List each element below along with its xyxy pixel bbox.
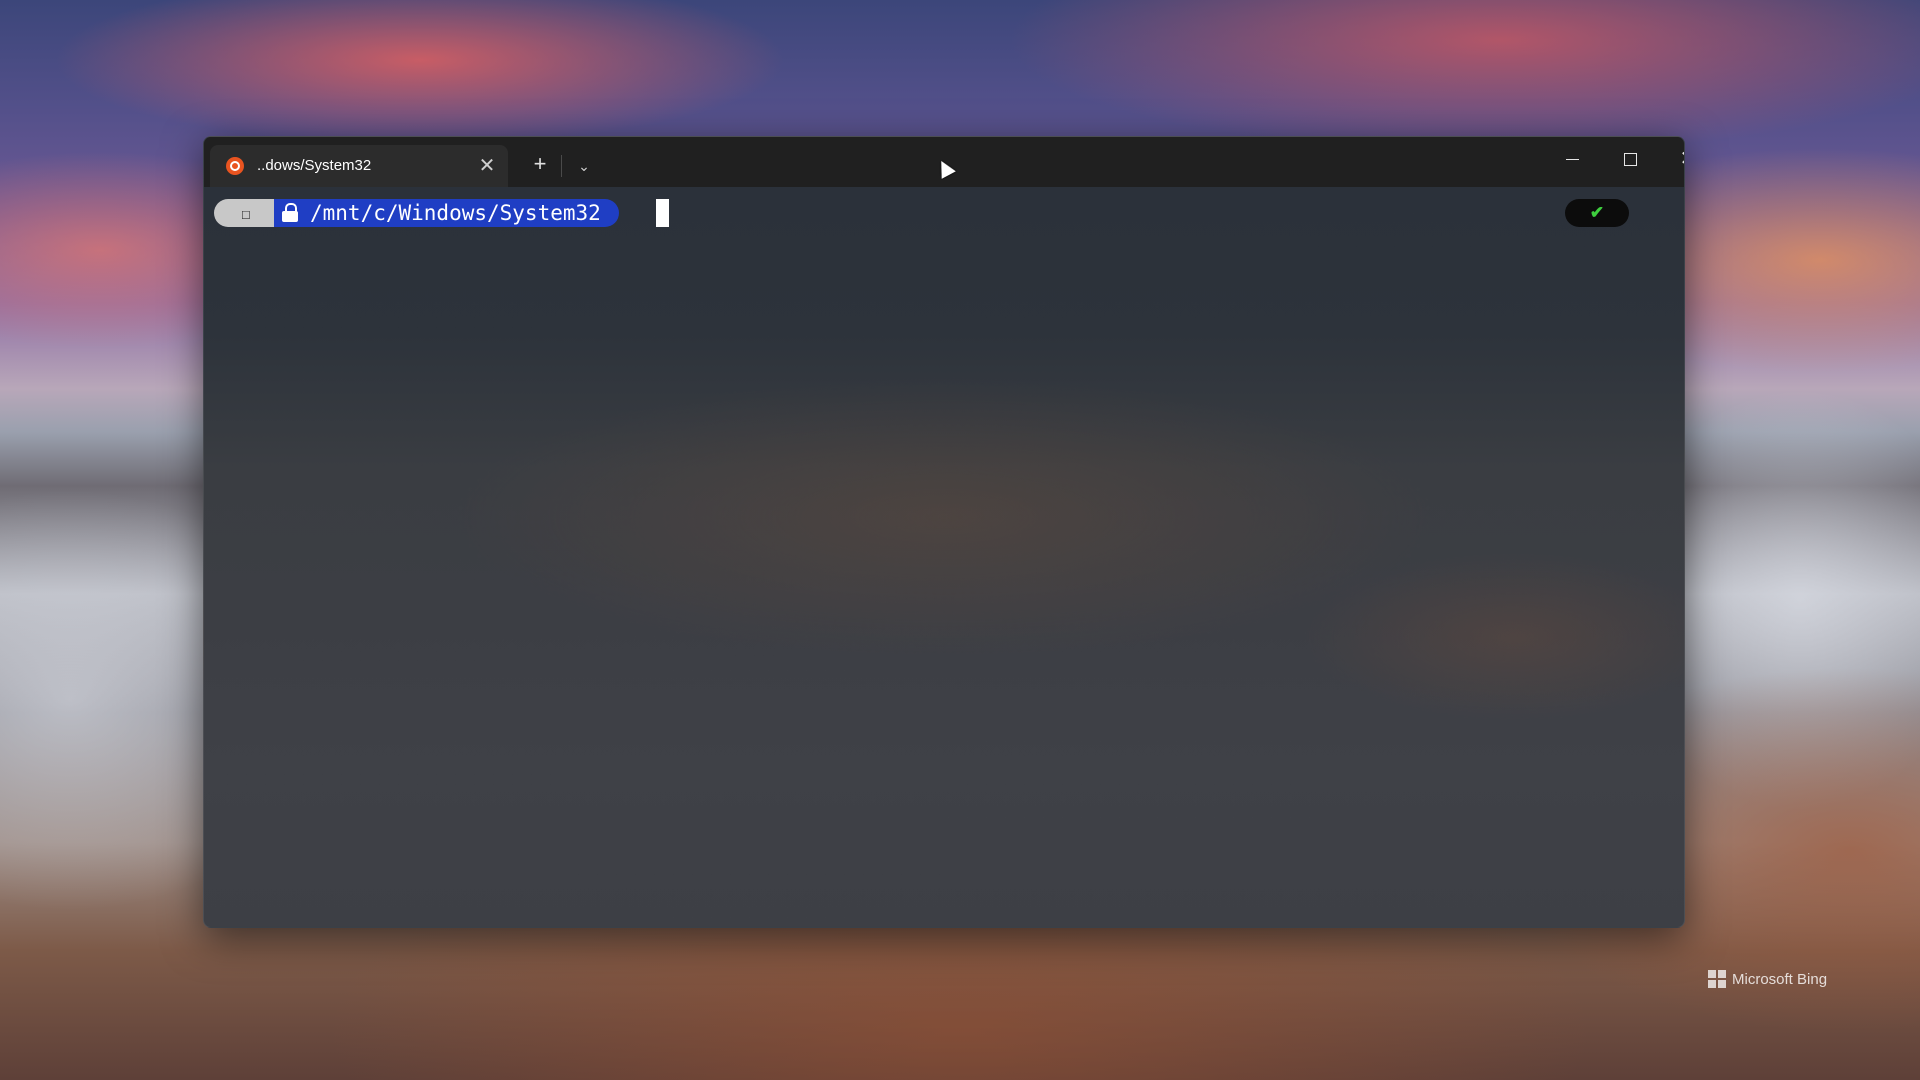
prompt-path: /mnt/c/Windows/System32 <box>310 201 601 225</box>
tab-close-button[interactable]: ✕ <box>474 153 500 179</box>
ubuntu-icon <box>226 157 244 175</box>
tab-active[interactable]: ..dows/System32 ✕ <box>210 145 508 187</box>
bing-watermark: Microsoft Bing <box>1708 970 1827 988</box>
text-cursor <box>656 199 669 227</box>
new-tab-button[interactable]: + <box>522 149 558 179</box>
minimize-button[interactable] <box>1544 139 1600 179</box>
status-check-badge: ✔ <box>1565 199 1629 227</box>
tab-divider <box>561 155 562 177</box>
maximize-button[interactable] <box>1602 139 1658 179</box>
tab-title: ..dows/System32 <box>257 157 372 174</box>
bing-logo-icon <box>1708 970 1726 988</box>
shell-prompt: ☐ /mnt/c/Windows/System32 <box>214 199 619 227</box>
close-window-button[interactable]: ✕ <box>1660 139 1684 179</box>
bing-watermark-label: Microsoft Bing <box>1732 970 1828 988</box>
chevron-down-icon[interactable]: ⌄ <box>566 151 602 181</box>
prompt-os-segment: ☐ <box>214 199 278 227</box>
prompt-path-segment: /mnt/c/Windows/System32 <box>274 199 619 227</box>
terminal-window: ..dows/System32 ✕ + ⌄ ✕ ☐ /mnt/c/Windows… <box>203 136 1685 928</box>
lock-icon <box>282 203 298 223</box>
maximize-icon <box>1623 153 1637 167</box>
minimize-icon <box>1565 159 1579 161</box>
linux-icon: ☐ <box>241 203 251 223</box>
terminal-content[interactable]: ☐ /mnt/c/Windows/System32 ✔ <box>204 187 1684 927</box>
